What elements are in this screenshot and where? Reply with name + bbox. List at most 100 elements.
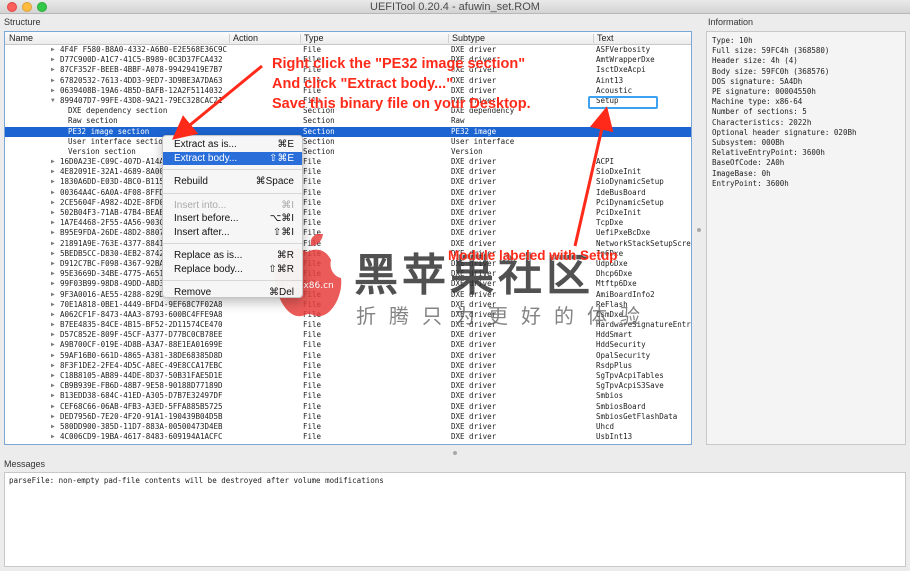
- setup-highlight-box: [588, 96, 658, 109]
- collapse-triangle-icon[interactable]: ▶: [51, 279, 55, 289]
- collapse-triangle-icon[interactable]: ▶: [51, 310, 55, 320]
- menu-item-label: Remove: [174, 287, 212, 298]
- row-name: B7EE4835-84CE-4B15-BF52-2D11574CE470: [60, 320, 223, 330]
- column-header-subtype[interactable]: Subtype: [452, 32, 485, 45]
- collapse-triangle-icon[interactable]: ▶: [51, 45, 55, 55]
- collapse-triangle-icon[interactable]: ▶: [51, 300, 55, 310]
- collapse-triangle-icon[interactable]: ▶: [51, 167, 55, 177]
- collapse-triangle-icon[interactable]: ▶: [51, 249, 55, 259]
- tree-row[interactable]: ▶ 580DD900-385D-11D7-883A-00500473D4EB Fil…: [5, 422, 691, 432]
- tree-row[interactable]: ▶ 16D0A23E-C09C-407D-A14A File DXE driver AC…: [5, 157, 691, 167]
- collapse-triangle-icon[interactable]: ▶: [51, 269, 55, 279]
- collapse-triangle-icon[interactable]: ▶: [51, 259, 55, 269]
- tree-row[interactable]: ▶ 1A7E4468-2F55-4A56-903C File DXE driver Tc…: [5, 218, 691, 228]
- row-name: 580DD900-385D-11D7-883A-00500473D4EB: [60, 421, 223, 431]
- column-header-name[interactable]: Name: [9, 32, 33, 45]
- menu-item-replace-as-is[interactable]: Replace as is... ⌘R: [163, 249, 302, 263]
- tree-row[interactable]: ▶ 4C006CD9-19BA-4617-8483-609194A1ACFC Fil…: [5, 432, 691, 442]
- row-type: File: [303, 350, 322, 360]
- collapse-triangle-icon[interactable]: ▶: [51, 391, 55, 401]
- tree-header: Name Action Type Subtype Text: [5, 32, 691, 45]
- row-subtype: Version: [451, 146, 483, 156]
- collapse-triangle-icon[interactable]: ▶: [51, 177, 55, 187]
- row-type: Section: [303, 116, 335, 126]
- menu-item-label: Extract as is...: [174, 139, 237, 150]
- collapse-triangle-icon[interactable]: ▶: [51, 330, 55, 340]
- row-text: RsdpPlus: [596, 360, 633, 370]
- row-name: B13EDD38-684C-41ED-A305-D7B7E32497DF: [60, 391, 223, 401]
- tree-row[interactable]: ▶ 4E82091E-32A1-4689-8A00 File DXE driver Si…: [5, 167, 691, 177]
- row-text: SioDynamicSetup: [596, 177, 664, 187]
- tree-row[interactable]: ▶ D57C852E-809F-45CF-A377-D77BC0CB78EE Fil…: [5, 330, 691, 340]
- collapse-triangle-icon[interactable]: ▶: [51, 340, 55, 350]
- tree-row[interactable]: ▶ 2CE5604F-A982-4D2E-8FD0 File DXE driver Pc…: [5, 198, 691, 208]
- collapse-triangle-icon[interactable]: ▶: [51, 55, 55, 65]
- tree-row[interactable]: User interface section Section User interf…: [5, 137, 691, 147]
- expand-triangle-icon[interactable]: ▼: [51, 96, 55, 106]
- collapse-triangle-icon[interactable]: ▶: [51, 412, 55, 422]
- tree-row[interactable]: ▶ 8F3F1DE2-2FE4-4D5C-A8EC-49E8CCA17EBC Fil…: [5, 361, 691, 371]
- collapse-triangle-icon[interactable]: ▶: [51, 422, 55, 432]
- collapse-triangle-icon[interactable]: ▶: [51, 76, 55, 86]
- collapse-triangle-icon[interactable]: ▶: [51, 65, 55, 75]
- tree-row[interactable]: ▶ 1830A6DD-E03D-4BC0-B115 File DXE driver Si…: [5, 177, 691, 187]
- row-type: File: [303, 167, 322, 177]
- row-name: CB9B939E-FB6D-48B7-9E58-90188D77189D: [60, 381, 223, 391]
- collapse-triangle-icon[interactable]: ▶: [51, 361, 55, 371]
- row-type: Section: [303, 126, 335, 136]
- row-subtype: DXE driver: [451, 371, 497, 380]
- tree-row[interactable]: ▶ 00364A4C-6A0A-4F08-8FFD File DXE driver Id…: [5, 188, 691, 198]
- menu-item-replace-body[interactable]: Replace body... ⇧⌘R: [163, 263, 302, 277]
- collapse-triangle-icon[interactable]: ▶: [51, 402, 55, 412]
- row-subtype: DXE driver: [451, 208, 497, 217]
- collapse-triangle-icon[interactable]: ▶: [51, 157, 55, 167]
- row-name: DXE dependency section: [68, 106, 168, 116]
- menu-item-remove[interactable]: Remove ⌘Del: [163, 286, 302, 300]
- tree-row[interactable]: ▶ DED7956D-7E20-4F20-91A1-190439B04D5B Fil…: [5, 412, 691, 422]
- tree-row[interactable]: Raw section Section Raw: [5, 116, 691, 126]
- collapse-triangle-icon[interactable]: ▶: [51, 198, 55, 208]
- column-header-type[interactable]: Type: [304, 32, 324, 45]
- messages-panel[interactable]: parseFile: non-empty pad-file contents w…: [4, 472, 906, 567]
- column-header-text[interactable]: Text: [597, 32, 614, 45]
- tree-row[interactable]: ▶ 59AF16B0-661D-4865-A381-38DE68385D8D Fil…: [5, 351, 691, 361]
- tree-row[interactable]: PE32 image section Section PE32 image: [5, 126, 691, 137]
- row-subtype: DXE driver: [451, 432, 497, 442]
- collapse-triangle-icon[interactable]: ▶: [51, 320, 55, 330]
- menu-item-extract-as-is[interactable]: Extract as is... ⌘E: [163, 138, 302, 152]
- menu-item-label: Rebuild: [174, 176, 208, 187]
- tree-row[interactable]: ▶ 502B04F3-71AB-47B4-BEAE File DXE driver Pc…: [5, 208, 691, 218]
- tree-row[interactable]: ▶ B13EDD38-684C-41ED-A305-D7B7E32497DF Fil…: [5, 391, 691, 401]
- row-text: HddSmart: [596, 330, 633, 340]
- instruction-line-1: Right click the "PE32 image section": [272, 56, 526, 72]
- collapse-triangle-icon[interactable]: ▶: [51, 290, 55, 300]
- collapse-triangle-icon[interactable]: ▶: [51, 188, 55, 198]
- collapse-triangle-icon[interactable]: ▶: [51, 86, 55, 96]
- collapse-triangle-icon[interactable]: ▶: [51, 228, 55, 238]
- collapse-triangle-icon[interactable]: ▶: [51, 381, 55, 391]
- tree-row[interactable]: ▶ A9B700CF-019E-4D8B-A3A7-88E1EA01699E Fil…: [5, 340, 691, 350]
- menu-item-extract-body[interactable]: Extract body... ⇧⌘E: [163, 151, 302, 165]
- row-text: IsctDxeAcpi: [596, 65, 646, 75]
- horizontal-splitter[interactable]: [0, 451, 910, 456]
- menu-item-shortcut: ⇧⌘E: [268, 152, 294, 164]
- information-label: Information: [708, 17, 754, 27]
- tree-row[interactable]: Version section Section Version: [5, 147, 691, 157]
- menu-item-insert-after[interactable]: Insert after... ⇧⌘I: [163, 226, 302, 240]
- tree-row[interactable]: ▶ CEF68C66-06AB-4FB3-A3ED-5FFA885B5725 Fil…: [5, 402, 691, 412]
- tree-row[interactable]: ▶ C18B8105-AB89-44DE-8D37-50B31FAE5D1E Fil…: [5, 371, 691, 381]
- row-subtype: DXE driver: [451, 177, 497, 187]
- collapse-triangle-icon[interactable]: ▶: [51, 371, 55, 381]
- message-line[interactable]: parseFile: non-empty pad-file contents w…: [9, 476, 901, 485]
- tree-row[interactable]: ▶ B95E9FDA-26DE-48D2-8807 File DXE driver Ue…: [5, 228, 691, 238]
- vertical-splitter-handle[interactable]: [697, 228, 701, 232]
- collapse-triangle-icon[interactable]: ▶: [51, 208, 55, 218]
- column-header-action[interactable]: Action: [233, 32, 258, 45]
- collapse-triangle-icon[interactable]: ▶: [51, 218, 55, 228]
- collapse-triangle-icon[interactable]: ▶: [51, 432, 55, 442]
- tree-row[interactable]: ▶ CB9B939E-FB6D-48B7-9E58-90188D77189D Fil…: [5, 381, 691, 391]
- menu-item-rebuild[interactable]: Rebuild ⌘Space: [163, 175, 302, 189]
- menu-item-insert-before[interactable]: Insert before... ⌥⌘I: [163, 212, 302, 226]
- collapse-triangle-icon[interactable]: ▶: [51, 351, 55, 361]
- collapse-triangle-icon[interactable]: ▶: [51, 239, 55, 249]
